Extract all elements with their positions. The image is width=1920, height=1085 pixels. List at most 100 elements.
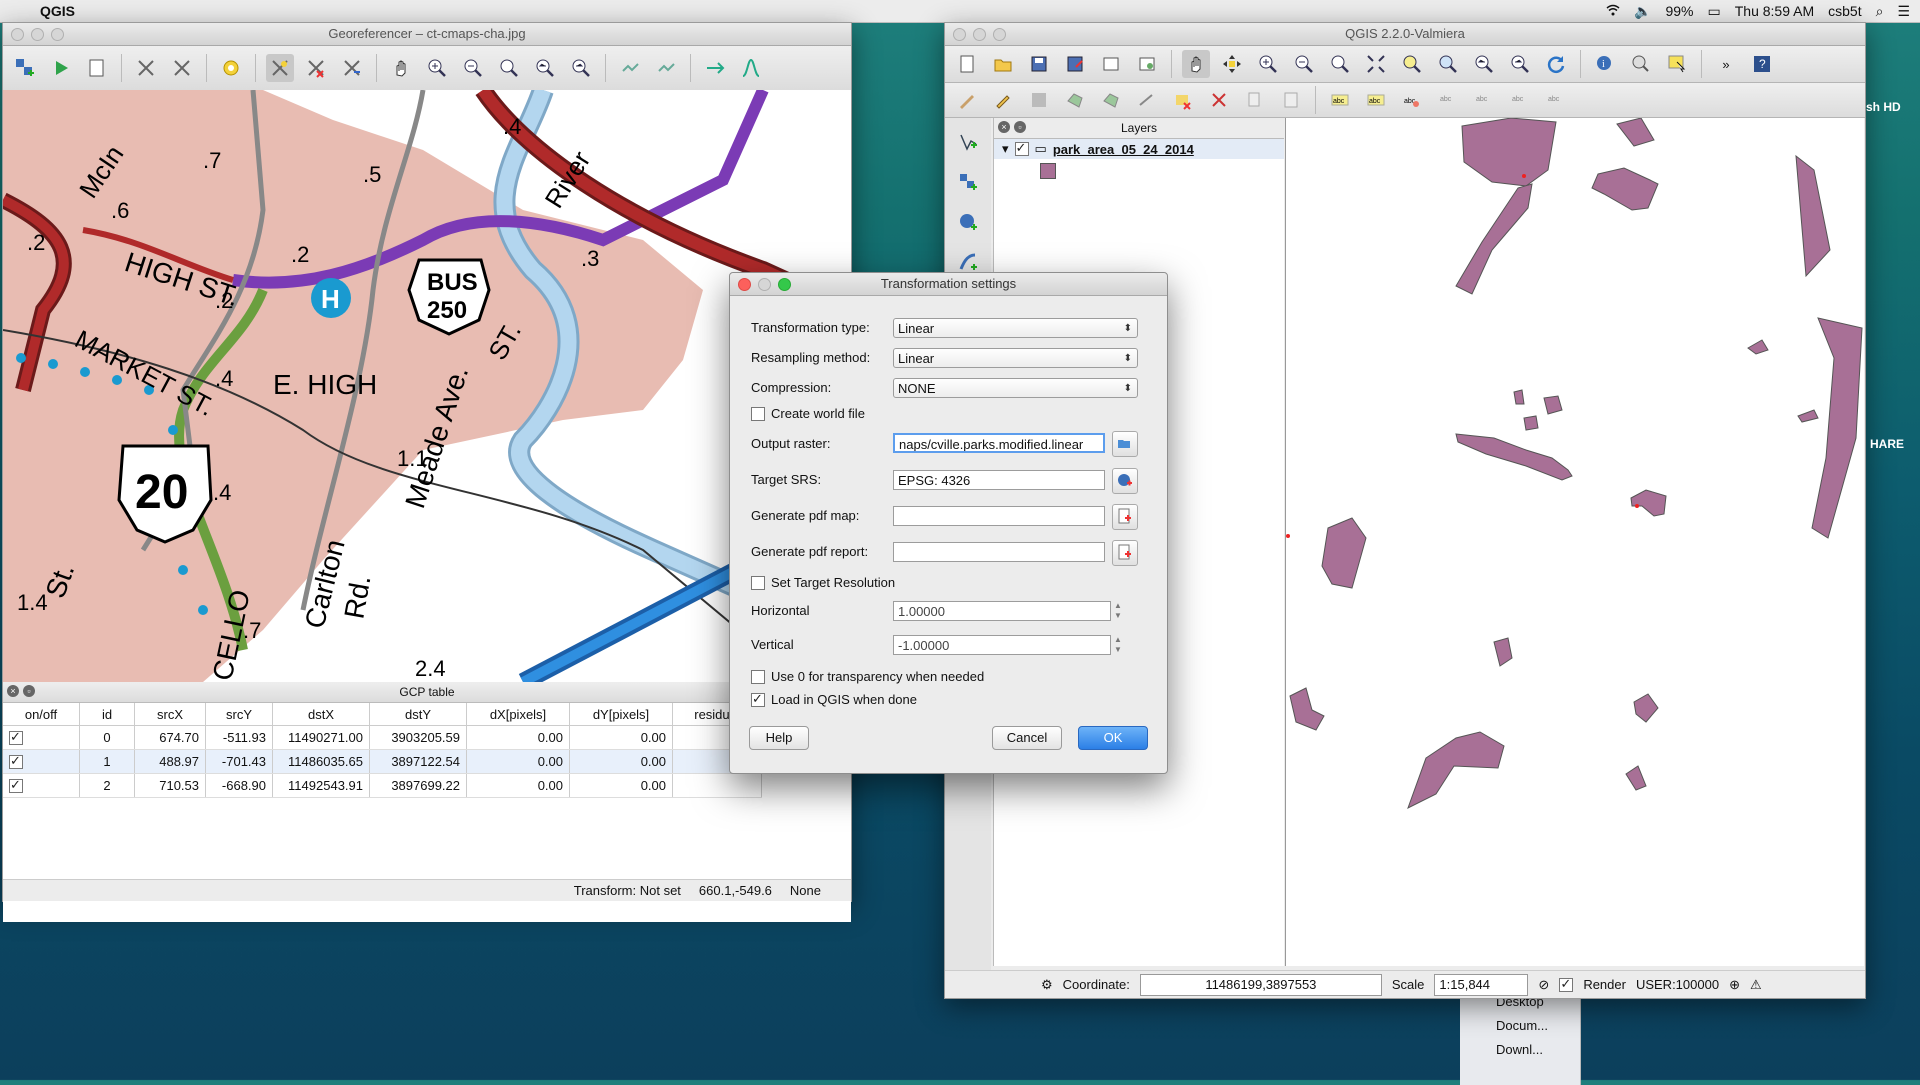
cancel-button[interactable]: Cancel	[992, 726, 1062, 750]
gcp-dsty[interactable]: 3897122.54	[369, 749, 467, 774]
zoom-last-icon[interactable]	[531, 54, 559, 82]
label-tool-2-icon[interactable]: abc	[1362, 86, 1390, 114]
histogram-icon[interactable]	[737, 54, 765, 82]
label-tool-4-icon[interactable]: abc	[1434, 86, 1462, 114]
add-raster-layer-icon[interactable]	[954, 168, 982, 196]
zoom-next-icon[interactable]	[1506, 50, 1534, 78]
use-zero-transparency-checkbox[interactable]	[751, 669, 765, 684]
move-feature-icon[interactable]	[1097, 86, 1125, 114]
load-in-qgis-option[interactable]: Load in QGIS when done	[751, 691, 917, 707]
new-print-composer-icon[interactable]	[1097, 50, 1125, 78]
create-world-file-option[interactable]: Create world file	[751, 406, 865, 421]
gcp-srcy[interactable]: -668.90	[205, 773, 273, 798]
label-tool-1-icon[interactable]: abc	[1326, 86, 1354, 114]
gcp-enabled-checkbox[interactable]	[9, 729, 23, 746]
close-button[interactable]	[11, 28, 24, 41]
generate-gdal-script-icon[interactable]	[83, 54, 111, 82]
coordinate-toggle-icon[interactable]: ⚙	[1041, 977, 1053, 993]
label-tool-5-icon[interactable]: abc	[1470, 86, 1498, 114]
georef-map-canvas[interactable]: H BUS 250 20 HIGH ST. MARKET ST. E. HIGH…	[3, 90, 851, 682]
scale-combo[interactable]: 1:15,844	[1434, 973, 1529, 996]
zoom-button[interactable]	[51, 28, 64, 41]
add-point-icon[interactable]	[266, 54, 294, 82]
coordinate-field[interactable]: 11486199,3897553	[1139, 973, 1382, 996]
help-button[interactable]: Help	[749, 726, 809, 750]
identify-icon[interactable]: i	[1591, 50, 1619, 78]
delete-point-icon[interactable]	[302, 54, 330, 82]
clock[interactable]: Thu 8:59 AM	[1735, 3, 1814, 19]
paste-features-icon[interactable]	[1277, 86, 1305, 114]
zoom-native-icon[interactable]	[1326, 50, 1354, 78]
user-name[interactable]: csb5t	[1828, 3, 1861, 19]
layer-visibility-checkbox[interactable]	[1014, 140, 1029, 156]
column-header[interactable]: dX[pixels]	[466, 703, 570, 726]
column-header[interactable]: srcX	[134, 703, 206, 726]
ok-button[interactable]: OK	[1078, 726, 1148, 750]
vertical-resolution-input[interactable]: -1.00000	[893, 635, 1111, 655]
close-button[interactable]	[953, 28, 966, 41]
copy-features-icon[interactable]	[1241, 86, 1269, 114]
gcp-srcy[interactable]: -701.43	[205, 749, 273, 774]
set-target-resolution-checkbox[interactable]	[751, 575, 765, 590]
link-georeferencer-icon[interactable]	[616, 54, 644, 82]
open-project-icon[interactable]	[989, 50, 1017, 78]
crs-status[interactable]: USER:100000	[1636, 977, 1719, 992]
pan-to-selection-icon[interactable]	[1218, 50, 1246, 78]
node-tool-icon[interactable]	[1133, 86, 1161, 114]
current-edits-icon[interactable]	[953, 86, 981, 114]
add-vector-layer-icon[interactable]	[954, 128, 982, 156]
column-header[interactable]: id	[79, 703, 135, 726]
expand-icon[interactable]: ▾	[1002, 141, 1009, 157]
minimize-button[interactable]	[31, 28, 44, 41]
column-header[interactable]: dstX	[272, 703, 370, 726]
messages-icon[interactable]: ⚠	[1750, 977, 1762, 993]
transformation-type-select[interactable]: Linear	[893, 318, 1138, 339]
minimize-button[interactable]	[973, 28, 986, 41]
gcp-enabled-checkbox[interactable]	[9, 753, 23, 770]
create-world-file-checkbox[interactable]	[751, 406, 765, 421]
qgis-map-canvas[interactable]	[1285, 118, 1864, 966]
load-gcp-icon[interactable]	[132, 54, 160, 82]
refresh-icon[interactable]	[1542, 50, 1570, 78]
add-feature-icon[interactable]	[1061, 86, 1089, 114]
pdf-map-input[interactable]	[893, 506, 1105, 526]
close-button[interactable]	[738, 278, 751, 291]
cut-features-icon[interactable]	[1205, 86, 1233, 114]
zoom-out-icon[interactable]	[459, 54, 487, 82]
save-as-icon[interactable]	[1061, 50, 1089, 78]
table-row[interactable]: 1 488.97 -701.43 11486035.65 3897122.54 …	[3, 749, 762, 774]
layer-symbol[interactable]	[1040, 163, 1056, 179]
zoom-full-icon[interactable]	[1362, 50, 1390, 78]
resampling-method-select[interactable]: Linear	[893, 348, 1138, 369]
measure-icon[interactable]	[1627, 50, 1655, 78]
column-header[interactable]: dY[pixels]	[569, 703, 673, 726]
compression-select[interactable]: NONE	[893, 378, 1138, 399]
gcp-dsty[interactable]: 3897699.22	[369, 773, 467, 798]
gcp-dstx[interactable]: 11490271.00	[272, 725, 370, 750]
column-header[interactable]: on/off	[3, 703, 80, 726]
minimize-button[interactable]	[758, 278, 771, 291]
column-header[interactable]: dstY	[369, 703, 467, 726]
toggle-editing-icon[interactable]	[989, 86, 1017, 114]
use-zero-transparency-option[interactable]: Use 0 for transparency when needed	[751, 669, 984, 684]
app-menu-name[interactable]: QGIS	[40, 3, 75, 19]
float-pane-icon[interactable]: ▫	[1014, 121, 1026, 133]
save-project-icon[interactable]	[1025, 50, 1053, 78]
stop-render-icon[interactable]: ⊘	[1538, 977, 1549, 993]
move-gcp-icon[interactable]	[338, 54, 366, 82]
pan-icon[interactable]	[1182, 50, 1210, 78]
link-qgis-icon[interactable]	[652, 54, 680, 82]
layer-name[interactable]: park_area_05_24_2014	[1053, 142, 1194, 157]
wifi-icon[interactable]	[1606, 3, 1620, 20]
zoom-button[interactable]	[778, 278, 791, 291]
gcp-srcx[interactable]: 488.97	[134, 749, 206, 774]
zoom-out-icon[interactable]	[1290, 50, 1318, 78]
table-row[interactable]: 0 674.70 -511.93 11490271.00 3903205.59 …	[3, 725, 762, 750]
open-raster-icon[interactable]	[11, 54, 39, 82]
spotlight-icon[interactable]: ⌕	[1876, 3, 1884, 20]
save-edits-icon[interactable]	[1025, 86, 1053, 114]
gcp-srcx[interactable]: 674.70	[134, 725, 206, 750]
browse-output-raster-button[interactable]	[1112, 431, 1138, 457]
gcp-dstx[interactable]: 11486035.65	[272, 749, 370, 774]
set-target-resolution-option[interactable]: Set Target Resolution	[751, 575, 895, 590]
